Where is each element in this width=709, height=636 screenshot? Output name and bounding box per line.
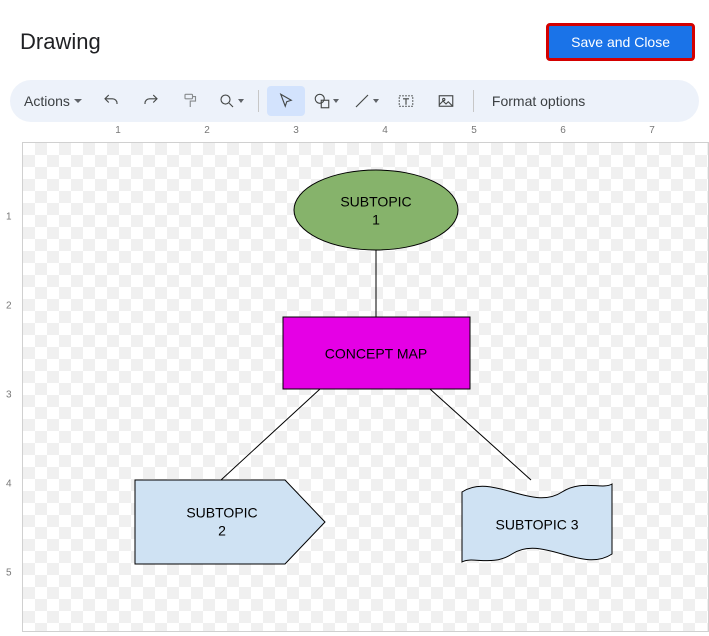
paint-format-icon (182, 92, 200, 110)
undo-icon (102, 92, 120, 110)
format-options-button[interactable]: Format options (482, 93, 595, 109)
shape-text: CONCEPT MAP (325, 346, 427, 362)
shape-tool-button[interactable] (307, 86, 345, 116)
ruler-tick: 1 (115, 125, 121, 136)
shape-subtopic-3[interactable]: SUBTOPIC 3 (462, 484, 612, 562)
connector-line[interactable] (221, 389, 320, 480)
shape-subtopic-1[interactable]: SUBTOPIC 1 (294, 170, 458, 250)
ruler-tick: 5 (471, 125, 477, 136)
paint-format-button[interactable] (172, 86, 210, 116)
shape-text: SUBTOPIC 3 (496, 517, 579, 533)
shape-text: SUBTOPIC (186, 505, 257, 521)
ruler-tick: 6 (560, 125, 566, 136)
ruler-tick: 4 (382, 125, 388, 136)
drawing-svg: SUBTOPIC 1 CONCEPT MAP SUBTOPIC 2 SUBTOP… (22, 142, 709, 632)
shape-text: SUBTOPIC (340, 194, 411, 210)
chevron-down-icon (238, 99, 244, 103)
toolbar: Actions (10, 80, 699, 122)
toolbar-container: Actions (0, 70, 709, 122)
ruler-tick: 7 (649, 125, 655, 136)
line-icon (353, 92, 371, 110)
save-and-close-button[interactable]: Save and Close (546, 23, 695, 61)
line-tool-button[interactable] (347, 86, 385, 116)
actions-label: Actions (24, 93, 70, 109)
shape-text: 1 (372, 212, 380, 228)
redo-icon (142, 92, 160, 110)
ruler-tick: 4 (6, 479, 12, 490)
shape-subtopic-2[interactable]: SUBTOPIC 2 (135, 480, 325, 564)
zoom-button[interactable] (212, 86, 250, 116)
zoom-icon (218, 92, 236, 110)
redo-button[interactable] (132, 86, 170, 116)
shape-icon (313, 92, 331, 110)
image-icon (437, 92, 455, 110)
dialog-title: Drawing (20, 29, 101, 55)
ruler-tick: 2 (204, 125, 210, 136)
ruler-tick: 3 (293, 125, 299, 136)
ruler-horizontal: 1 2 3 4 5 6 7 (22, 122, 709, 142)
ruler-tick: 2 (6, 301, 12, 312)
ruler-tick: 5 (6, 568, 12, 579)
cursor-icon (277, 92, 295, 110)
toolbar-separator (258, 90, 259, 112)
chevron-down-icon (74, 99, 82, 103)
dialog-header: Drawing Save and Close (0, 0, 709, 70)
ruler-tick: 3 (6, 390, 12, 401)
toolbar-separator (473, 90, 474, 112)
chevron-down-icon (373, 99, 379, 103)
chevron-down-icon (333, 99, 339, 103)
ruler-tick: 1 (6, 212, 12, 223)
drawing-canvas[interactable]: SUBTOPIC 1 CONCEPT MAP SUBTOPIC 2 SUBTOP… (22, 142, 709, 632)
text-box-button[interactable] (387, 86, 425, 116)
shape-concept-map[interactable]: CONCEPT MAP (283, 317, 470, 389)
connector-line[interactable] (430, 389, 531, 480)
ruler-vertical: 1 2 3 4 5 (0, 142, 22, 632)
text-box-icon (397, 92, 415, 110)
shape-text: 2 (218, 523, 226, 539)
undo-button[interactable] (92, 86, 130, 116)
actions-menu-button[interactable]: Actions (16, 86, 90, 116)
image-button[interactable] (427, 86, 465, 116)
select-tool-button[interactable] (267, 86, 305, 116)
